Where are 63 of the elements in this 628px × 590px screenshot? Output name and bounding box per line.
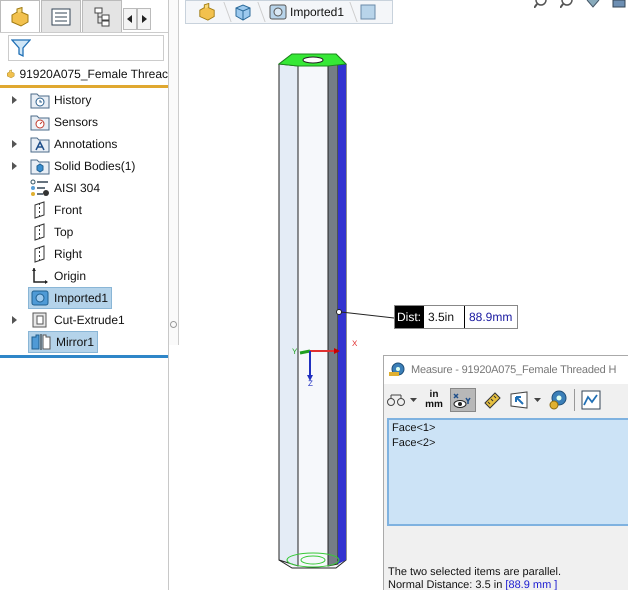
selection-item[interactable]: Face<2> [392, 437, 628, 449]
distance-value: 3.5in [423, 306, 464, 328]
axis-label: X [352, 339, 358, 348]
scroll-right-button[interactable] [137, 8, 151, 30]
callout-label: Dist: [395, 306, 423, 328]
tree-item[interactable]: Right [28, 243, 86, 265]
breadcrumb-item[interactable]: Imported1 [290, 5, 344, 19]
tree-item[interactable]: Mirror1 [28, 331, 98, 353]
tree-item[interactable]: Top [28, 221, 78, 243]
result-line: Normal Distance: 3.5 in [88.9 mm ] [388, 579, 558, 590]
tape-measure-icon [388, 362, 406, 378]
tree-item[interactable]: Cut-Extrude1 [28, 309, 129, 331]
distance-value: 88.9mm [464, 306, 517, 328]
ruler-icon [482, 390, 502, 410]
tape-measure-icon [548, 390, 568, 410]
mirror-icon [30, 333, 52, 351]
tree-item[interactable]: Imported1 [28, 287, 112, 309]
arc-options-icon [387, 393, 405, 407]
tree-item[interactable]: Front [28, 199, 86, 221]
toolbar-button[interactable]: in mm [421, 388, 447, 412]
selection-list[interactable]: Face<1> Face<2> [387, 418, 628, 526]
origin-icon [30, 267, 50, 285]
list-icon [51, 8, 71, 26]
display-icon[interactable] [612, 0, 626, 8]
part-icon [9, 6, 31, 26]
dropdown-caret-icon [410, 398, 417, 402]
toolbar-button[interactable] [450, 388, 476, 412]
tree-item[interactable]: Origin [28, 265, 90, 287]
folder-gauge-icon [30, 113, 50, 131]
part-name[interactable]: 91920A075_Female Threac [19, 67, 168, 81]
folder-letter-icon [30, 135, 50, 153]
folder-clock-icon [30, 91, 50, 109]
filter-field[interactable] [8, 35, 164, 61]
left-arrow-icon [127, 15, 133, 23]
axis-label: Y [292, 347, 298, 356]
expand-arrow-icon[interactable] [12, 316, 16, 324]
axis-label: Z [308, 379, 313, 388]
tree-item[interactable]: Annotations [28, 133, 122, 155]
tree-item[interactable]: AISI 304 [28, 177, 104, 199]
expand-arrow-icon[interactable] [12, 140, 16, 148]
folder-cube-icon [30, 157, 50, 175]
scroll-left-button[interactable] [123, 8, 137, 30]
square-icon[interactable] [360, 4, 376, 20]
tree-item[interactable]: Sensors [28, 111, 102, 133]
tree-item[interactable]: History [28, 89, 96, 111]
imported-body-icon [30, 289, 50, 307]
expand-arrow-icon[interactable] [12, 96, 16, 104]
panel-tab[interactable] [82, 0, 122, 32]
cube-icon[interactable] [234, 3, 252, 21]
selection-item[interactable]: Face<1> [392, 422, 628, 434]
dropdown-caret-icon [534, 398, 541, 402]
projection-icon [509, 390, 529, 410]
hierarchy-icon [93, 6, 111, 26]
tree-item[interactable]: Solid Bodies(1) [28, 155, 140, 177]
panel-tab[interactable] [41, 0, 81, 32]
imported-body-icon[interactable] [268, 3, 288, 21]
material-icon [30, 179, 50, 197]
splitter-handle[interactable] [170, 321, 177, 328]
filter-icon [11, 38, 31, 58]
expand-arrow-icon[interactable] [12, 162, 16, 170]
right-arrow-icon [141, 15, 147, 23]
window-title: Measure - 91920A075_Female Threaded H [411, 364, 616, 376]
result-message: The two selected items are parallel. [388, 566, 562, 579]
